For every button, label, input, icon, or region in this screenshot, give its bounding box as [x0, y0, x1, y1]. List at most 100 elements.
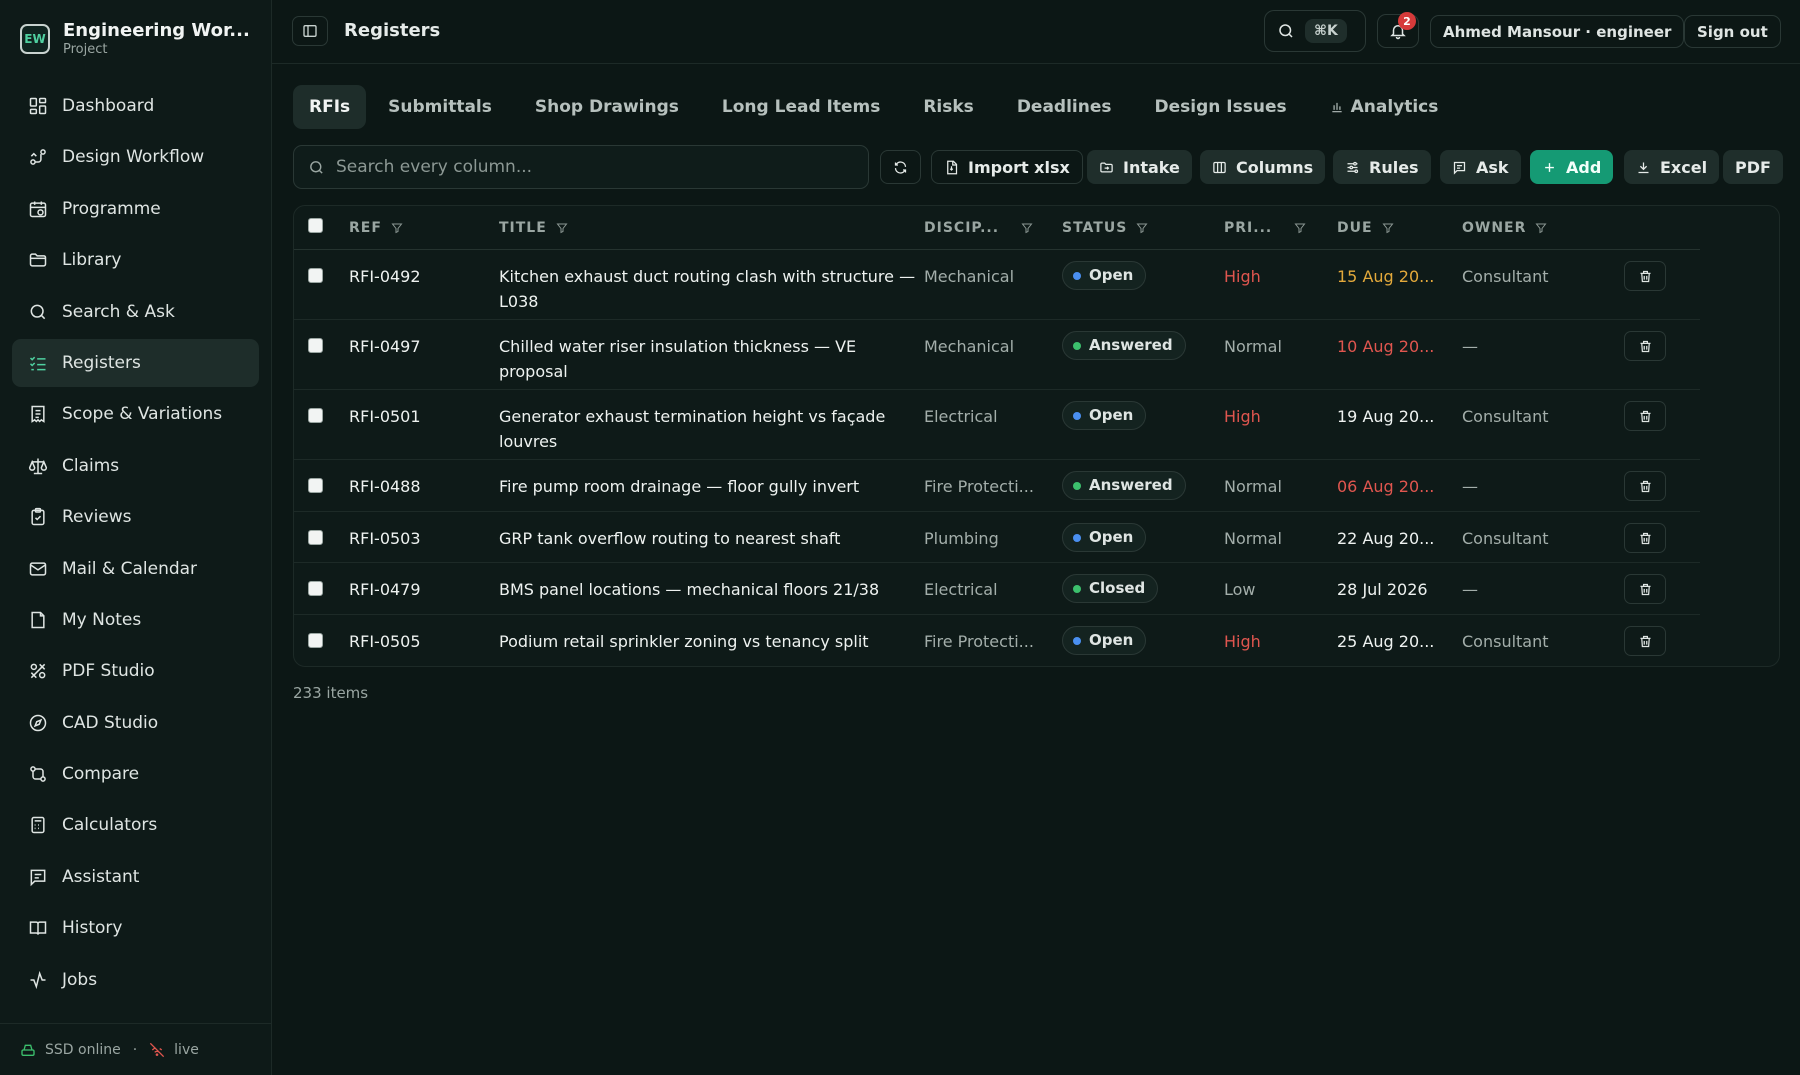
row-checkbox[interactable]: [308, 478, 323, 493]
row-checkbox[interactable]: [308, 268, 323, 283]
column-header-ref[interactable]: REF: [349, 220, 403, 236]
sidebar-item-pdf-studio[interactable]: PDF Studio: [12, 647, 259, 695]
column-header-title[interactable]: TITLE: [499, 220, 568, 236]
sidebar-item-reviews[interactable]: Reviews: [12, 493, 259, 541]
sidebar-item-label: Jobs: [62, 969, 98, 990]
table-row[interactable]: RFI-0497 Chilled water riser insulation t…: [294, 320, 1700, 390]
columns-button[interactable]: Columns: [1200, 150, 1326, 184]
command-search-button[interactable]: ⌘K: [1264, 10, 1366, 52]
register-tabs: RFIs Submittals Shop Drawings Long Lead …: [293, 85, 1460, 129]
table-row[interactable]: RFI-0501 Generator exhaust termination he…: [294, 390, 1700, 460]
delete-row-button[interactable]: [1624, 523, 1666, 553]
sidebar-item-cad-studio[interactable]: CAD Studio: [12, 699, 259, 747]
rfi-priority: Normal: [1224, 337, 1282, 356]
delete-row-button[interactable]: [1624, 574, 1666, 604]
status-label: Open: [1089, 406, 1134, 424]
rfi-ref[interactable]: RFI-0503: [349, 526, 421, 551]
sidebar-item-calculators[interactable]: Calculators: [12, 801, 259, 849]
filter-icon[interactable]: [556, 222, 568, 234]
row-checkbox[interactable]: [308, 581, 323, 596]
notifications-button[interactable]: 2: [1377, 12, 1419, 48]
tab-long-lead-items[interactable]: Long Lead Items: [701, 85, 901, 129]
app-logo: EW: [20, 23, 50, 54]
delete-row-button[interactable]: [1624, 261, 1666, 291]
file-import-icon: [947, 160, 958, 174]
rules-button[interactable]: Rules: [1333, 150, 1431, 184]
bar-chart-icon: [1331, 102, 1342, 113]
column-header-owner[interactable]: OWNER: [1462, 220, 1547, 236]
refresh-button[interactable]: [880, 150, 921, 184]
tab-design-issues[interactable]: Design Issues: [1134, 85, 1308, 129]
sidebar-item-design-workflow[interactable]: Design Workflow: [12, 133, 259, 181]
column-header-discipline[interactable]: DISCIP...: [924, 220, 1033, 236]
rfi-owner: —: [1462, 477, 1478, 496]
rfi-priority: Low: [1224, 580, 1256, 599]
filter-icon[interactable]: [1294, 222, 1306, 234]
table-row[interactable]: RFI-0505 Podium retail sprinkler zoning v…: [294, 615, 1700, 666]
sidebar-item-dashboard[interactable]: Dashboard: [12, 82, 259, 130]
delete-row-button[interactable]: [1624, 331, 1666, 361]
delete-row-button[interactable]: [1624, 471, 1666, 501]
sidebar-item-claims[interactable]: Claims: [12, 442, 259, 490]
rfi-ref[interactable]: RFI-0501: [349, 404, 421, 429]
intake-button[interactable]: Intake: [1087, 150, 1192, 184]
delete-row-button[interactable]: [1624, 401, 1666, 431]
sidebar-item-registers[interactable]: Registers: [12, 338, 259, 387]
sign-out-button[interactable]: Sign out: [1684, 15, 1781, 48]
sidebar-item-scope-variations[interactable]: Scope & Variations: [12, 390, 259, 438]
row-checkbox[interactable]: [308, 338, 323, 353]
rfi-owner: —: [1462, 580, 1478, 599]
filter-icon[interactable]: [1535, 222, 1547, 234]
filter-icon[interactable]: [391, 222, 403, 234]
user-menu[interactable]: Ahmed Mansour · engineer: [1430, 15, 1685, 48]
sidebar-item-search-ask[interactable]: Search & Ask: [12, 288, 259, 336]
sidebar-item-library[interactable]: Library: [12, 236, 259, 284]
filter-icon[interactable]: [1021, 222, 1033, 234]
export-excel-button[interactable]: Excel: [1624, 150, 1720, 184]
column-header-status[interactable]: STATUS: [1062, 220, 1148, 236]
sidebar-item-compare[interactable]: Compare: [12, 750, 259, 798]
delete-row-button[interactable]: [1624, 626, 1666, 656]
tab-deadlines[interactable]: Deadlines: [996, 85, 1133, 129]
sidebar-item-programme[interactable]: Programme: [12, 185, 259, 233]
table-row[interactable]: RFI-0503 GRP tank overflow routing to nea…: [294, 512, 1700, 563]
table-row[interactable]: RFI-0488 Fire pump room drainage — floor …: [294, 460, 1700, 512]
tab-rfis[interactable]: RFIs: [293, 85, 367, 129]
add-button[interactable]: Add: [1530, 150, 1614, 184]
brand[interactable]: EW Engineering Wor... Project: [20, 20, 250, 57]
tab-analytics[interactable]: Analytics: [1309, 85, 1460, 129]
status-label: Answered: [1089, 336, 1173, 354]
sidebar-toggle-button[interactable]: [292, 16, 328, 46]
search-input[interactable]: [336, 157, 836, 177]
select-all-checkbox[interactable]: [308, 218, 323, 233]
filter-icon[interactable]: [1136, 222, 1148, 234]
column-header-due[interactable]: DUE: [1337, 220, 1394, 236]
sidebar-item-history[interactable]: History: [12, 904, 259, 952]
rfi-ref[interactable]: RFI-0479: [349, 577, 421, 602]
ask-button[interactable]: Ask: [1440, 150, 1521, 184]
row-checkbox[interactable]: [308, 633, 323, 648]
table-row[interactable]: RFI-0492 Kitchen exhaust duct routing cla…: [294, 250, 1700, 320]
rfi-ref[interactable]: RFI-0505: [349, 629, 421, 654]
tab-shop-drawings[interactable]: Shop Drawings: [514, 85, 700, 129]
sidebar-item-jobs[interactable]: Jobs: [12, 956, 259, 1004]
import-xlsx-button[interactable]: Import xlsx: [931, 150, 1083, 184]
column-header-priority[interactable]: PRI...: [1224, 220, 1306, 236]
tab-risks[interactable]: Risks: [902, 85, 994, 129]
tab-submittals[interactable]: Submittals: [367, 85, 513, 129]
sidebar-item-my-notes[interactable]: My Notes: [12, 596, 259, 644]
row-checkbox[interactable]: [308, 408, 323, 423]
git-compare-icon: [30, 766, 46, 782]
sidebar-item-mail-calendar[interactable]: Mail & Calendar: [12, 545, 259, 593]
rfi-ref[interactable]: RFI-0497: [349, 334, 421, 359]
export-pdf-button[interactable]: PDF: [1723, 150, 1783, 184]
table-row[interactable]: RFI-0479 BMS panel locations — mechanical…: [294, 563, 1700, 615]
message-icon: [30, 869, 46, 887]
rfi-ref[interactable]: RFI-0488: [349, 474, 421, 499]
folder-icon: [29, 253, 47, 267]
sidebar-item-assistant[interactable]: Assistant: [12, 853, 259, 901]
filter-icon[interactable]: [1382, 222, 1394, 234]
rfi-ref[interactable]: RFI-0492: [349, 264, 421, 289]
row-checkbox[interactable]: [308, 530, 323, 545]
rfi-priority: High: [1224, 267, 1261, 286]
